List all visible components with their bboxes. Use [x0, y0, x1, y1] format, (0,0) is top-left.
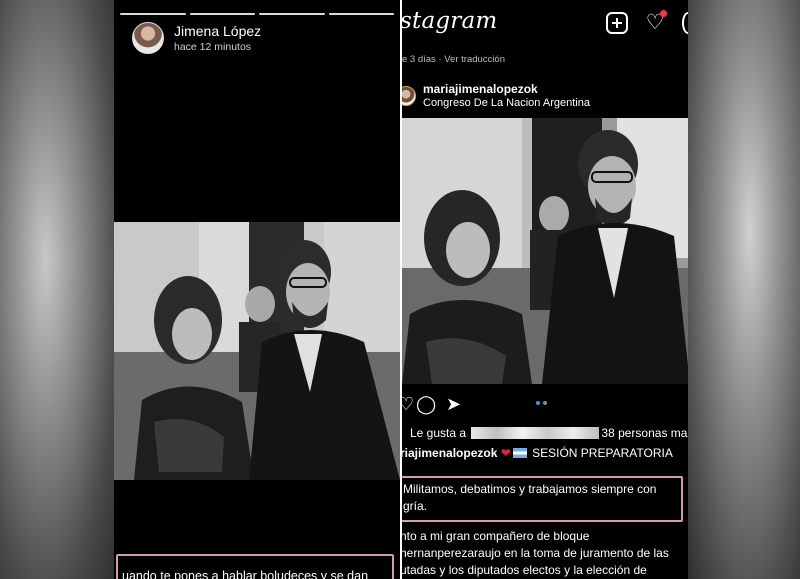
story-header[interactable]: Jimena López hace 12 minutos — [132, 22, 261, 54]
story-timestamp: hace 12 minutos — [174, 41, 252, 53]
share-icon[interactable]: ➤ — [446, 394, 461, 414]
new-post-icon[interactable] — [606, 12, 628, 34]
likes-prefix: Le gusta a — [410, 426, 467, 440]
post-header[interactable]: mariajimenalopezok Congreso De La Nacion… — [402, 82, 590, 109]
story-progress-bar — [120, 13, 394, 15]
post-date-translate[interactable]: e 3 días · Ver traducción — [402, 54, 505, 65]
story-photo-image — [114, 222, 400, 480]
highlighted-caption: Militamos, debatimos y trabajamos siempr… — [402, 476, 683, 522]
post-location[interactable]: Congreso De La Nacion Argentina — [423, 97, 590, 109]
heart-icon[interactable]: ♡ — [644, 10, 667, 34]
header-icons: ♡ — [606, 10, 688, 34]
story-author-name[interactable]: Jimena López — [174, 23, 261, 39]
highlighted-caption-text: Militamos, debatimos y trabajamos siempr… — [403, 482, 657, 513]
notification-dot — [660, 10, 667, 17]
screenshot-collage: Jimena López hace 12 minutos uando te po… — [0, 0, 800, 579]
avatar[interactable] — [132, 22, 164, 54]
argentina-flag-icon — [512, 448, 527, 458]
post-photo-image — [402, 118, 688, 384]
story-photo — [114, 222, 400, 480]
post-username[interactable]: mariajimenalopezok — [423, 82, 590, 96]
like-icon[interactable]: ♡ — [402, 394, 414, 414]
caption-body-text: nto a mi gran compañero de bloque hernan… — [400, 529, 669, 577]
blurred-background-right — [688, 0, 800, 579]
blurred-background-left — [0, 0, 114, 579]
highlighted-story-caption: uando te pones a hablar boludeces y se d… — [116, 554, 394, 579]
post-photo[interactable] — [402, 118, 688, 384]
instagram-logo[interactable]: stagram — [402, 8, 497, 34]
instagram-post-panel: stagram ♡ e 3 días · Ver traducción mari… — [400, 0, 688, 579]
caption-title-line: riajimenalopezok ❤ SESIÓN PREPARATORIA — [402, 446, 673, 460]
likes-count[interactable]: 38 personas ma — [601, 426, 687, 440]
post-action-bar: ♡ ◯ ➤ — [402, 392, 688, 416]
story-caption-text: uando te pones a hablar boludeces y se d… — [122, 569, 369, 579]
avatar[interactable] — [402, 85, 416, 106]
carousel-indicator — [536, 401, 547, 405]
caption-username[interactable]: riajimenalopezok — [402, 446, 497, 460]
likes-line[interactable]: Le gusta a 38 personas ma — [410, 426, 687, 440]
caption-title: SESIÓN PREPARATORIA — [532, 446, 673, 460]
red-heart-icon: ❤ — [500, 446, 511, 460]
comment-icon[interactable]: ◯ — [416, 394, 436, 414]
redacted-username — [471, 427, 600, 439]
story-panel: Jimena López hace 12 minutos uando te po… — [114, 0, 400, 579]
messenger-icon[interactable] — [682, 12, 688, 34]
